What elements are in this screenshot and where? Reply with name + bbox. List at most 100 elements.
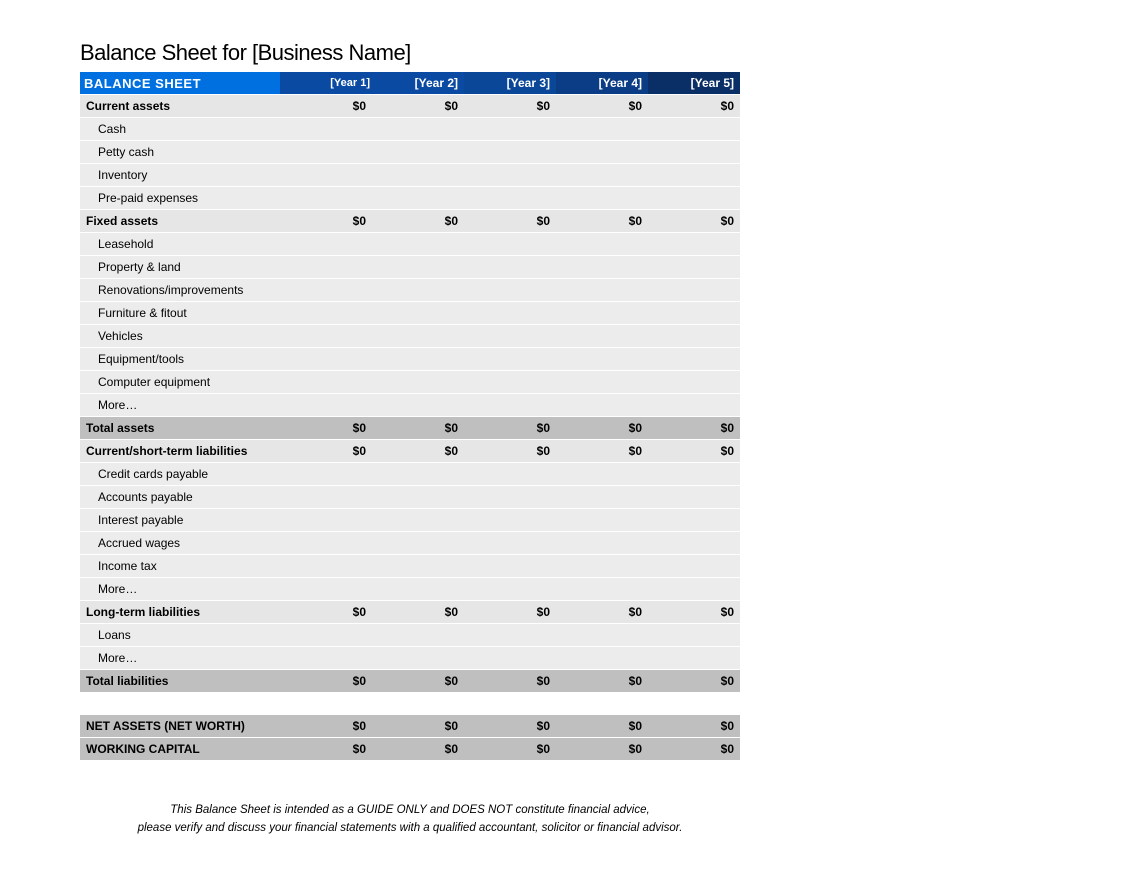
row-label: Accounts payable — [80, 486, 280, 509]
line-item: Cash — [80, 118, 740, 141]
spacer-row — [80, 693, 740, 716]
cell: $0 — [556, 601, 648, 624]
row-label: Pre-paid expenses — [80, 187, 280, 210]
cell: $0 — [648, 715, 740, 738]
current-assets-row: Current assets $0 $0 $0 $0 $0 — [80, 95, 740, 118]
row-label: Credit cards payable — [80, 463, 280, 486]
cell: $0 — [556, 670, 648, 693]
cell: $0 — [280, 210, 372, 233]
cell: $0 — [556, 738, 648, 761]
row-label: Fixed assets — [80, 210, 280, 233]
cell: $0 — [464, 417, 556, 440]
cell: $0 — [372, 715, 464, 738]
row-label: Current assets — [80, 95, 280, 118]
line-item: Renovations/improvements — [80, 279, 740, 302]
cell: $0 — [464, 670, 556, 693]
line-item: Vehicles — [80, 325, 740, 348]
line-item: Equipment/tools — [80, 348, 740, 371]
disclaimer-line-1: This Balance Sheet is intended as a GUID… — [170, 804, 649, 816]
row-label: Vehicles — [80, 325, 280, 348]
long-term-liabilities-row: Long-term liabilities $0 $0 $0 $0 $0 — [80, 601, 740, 624]
net-assets-row: NET ASSETS (NET WORTH) $0 $0 $0 $0 $0 — [80, 715, 740, 738]
cell: $0 — [556, 210, 648, 233]
cell: $0 — [280, 715, 372, 738]
cell: $0 — [556, 715, 648, 738]
disclaimer-line-2: please verify and discuss your financial… — [138, 822, 683, 834]
total-assets-row: Total assets $0 $0 $0 $0 $0 — [80, 417, 740, 440]
total-liabilities-row: Total liabilities $0 $0 $0 $0 $0 — [80, 670, 740, 693]
cell: $0 — [280, 417, 372, 440]
row-label: Furniture & fitout — [80, 302, 280, 325]
line-item: Inventory — [80, 164, 740, 187]
cell: $0 — [648, 440, 740, 463]
line-item: More… — [80, 394, 740, 417]
row-label: Petty cash — [80, 141, 280, 164]
row-label: Property & land — [80, 256, 280, 279]
row-label: Loans — [80, 624, 280, 647]
cell: $0 — [464, 95, 556, 118]
cell: $0 — [464, 601, 556, 624]
cell: $0 — [372, 440, 464, 463]
table-header: BALANCE SHEET [Year 1] [Year 2] [Year 3]… — [80, 72, 740, 95]
disclaimer: This Balance Sheet is intended as a GUID… — [80, 801, 740, 838]
cell: $0 — [556, 417, 648, 440]
cell: $0 — [648, 601, 740, 624]
current-liabilities-row: Current/short-term liabilities $0 $0 $0 … — [80, 440, 740, 463]
header-year-5: [Year 5] — [648, 72, 740, 95]
row-label: Cash — [80, 118, 280, 141]
line-item: Accrued wages — [80, 532, 740, 555]
row-label: Accrued wages — [80, 532, 280, 555]
row-label: More… — [80, 647, 280, 670]
balance-sheet-table: BALANCE SHEET [Year 1] [Year 2] [Year 3]… — [80, 72, 740, 761]
line-item: More… — [80, 647, 740, 670]
row-label: More… — [80, 394, 280, 417]
row-label: Income tax — [80, 555, 280, 578]
cell: $0 — [556, 95, 648, 118]
row-label: Leasehold — [80, 233, 280, 256]
row-label: Total liabilities — [80, 670, 280, 693]
header-year-4: [Year 4] — [556, 72, 648, 95]
fixed-assets-row: Fixed assets $0 $0 $0 $0 $0 — [80, 210, 740, 233]
row-label: More… — [80, 578, 280, 601]
cell: $0 — [648, 95, 740, 118]
line-item: Petty cash — [80, 141, 740, 164]
row-label: Computer equipment — [80, 371, 280, 394]
header-year-1: [Year 1] — [280, 72, 372, 95]
row-label: Inventory — [80, 164, 280, 187]
line-item: More… — [80, 578, 740, 601]
cell: $0 — [648, 738, 740, 761]
line-item: Credit cards payable — [80, 463, 740, 486]
row-label: Current/short-term liabilities — [80, 440, 280, 463]
cell: $0 — [372, 601, 464, 624]
header-title: BALANCE SHEET — [80, 72, 280, 95]
header-year-3: [Year 3] — [464, 72, 556, 95]
line-item: Property & land — [80, 256, 740, 279]
cell: $0 — [556, 440, 648, 463]
line-item: Accounts payable — [80, 486, 740, 509]
cell: $0 — [372, 670, 464, 693]
cell: $0 — [280, 440, 372, 463]
row-label: Interest payable — [80, 509, 280, 532]
line-item: Interest payable — [80, 509, 740, 532]
line-item: Loans — [80, 624, 740, 647]
line-item: Computer equipment — [80, 371, 740, 394]
cell: $0 — [372, 738, 464, 761]
page-title: Balance Sheet for [Business Name] — [80, 40, 1044, 66]
cell: $0 — [280, 95, 372, 118]
row-label: NET ASSETS (NET WORTH) — [80, 715, 280, 738]
line-item: Pre-paid expenses — [80, 187, 740, 210]
cell: $0 — [464, 738, 556, 761]
cell: $0 — [372, 95, 464, 118]
cell: $0 — [280, 601, 372, 624]
cell: $0 — [648, 210, 740, 233]
line-item: Leasehold — [80, 233, 740, 256]
cell: $0 — [280, 738, 372, 761]
cell: $0 — [648, 670, 740, 693]
line-item: Furniture & fitout — [80, 302, 740, 325]
cell: $0 — [372, 417, 464, 440]
cell: $0 — [648, 417, 740, 440]
working-capital-row: WORKING CAPITAL $0 $0 $0 $0 $0 — [80, 738, 740, 761]
cell: $0 — [280, 670, 372, 693]
cell: $0 — [464, 715, 556, 738]
row-label: Equipment/tools — [80, 348, 280, 371]
